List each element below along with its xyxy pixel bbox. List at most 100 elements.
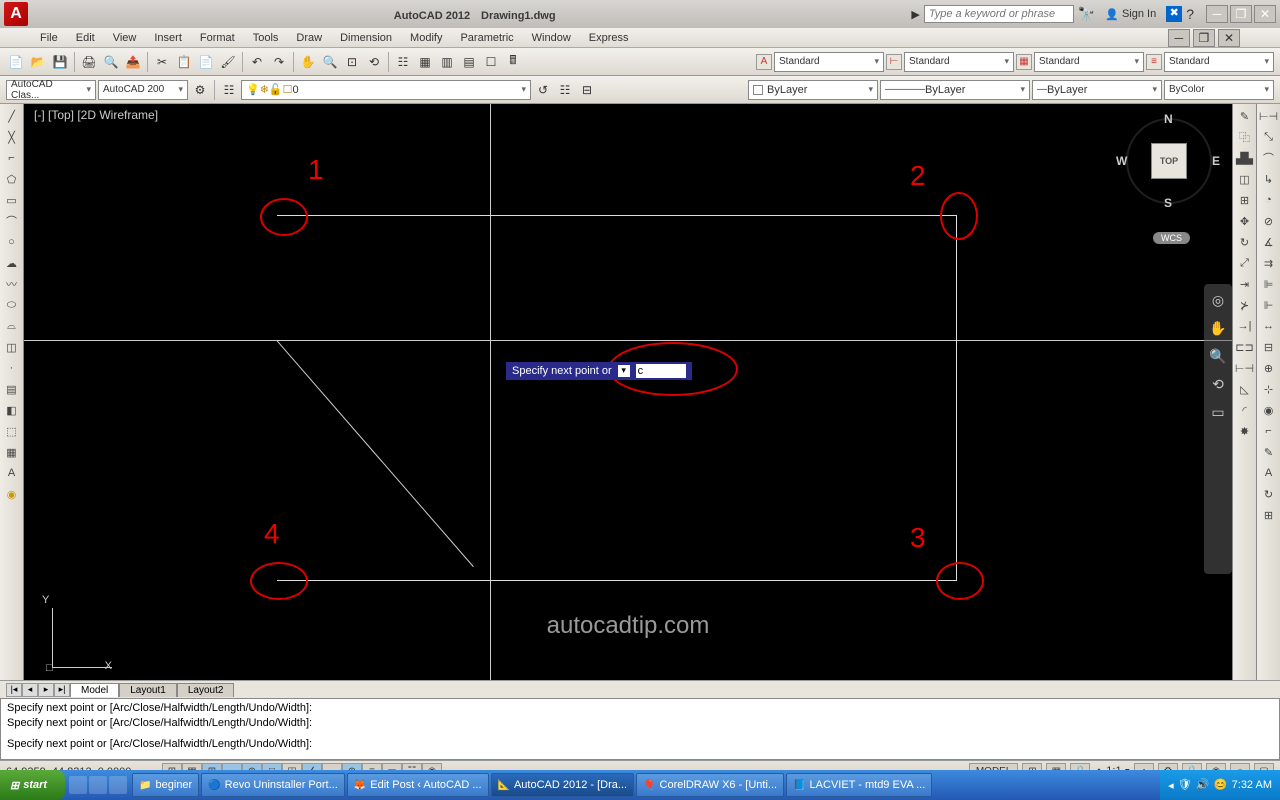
dim-linear-icon[interactable]: ⊢⊣ (1259, 106, 1279, 126)
sheet-icon[interactable]: ▤ (459, 52, 479, 72)
polygon-icon[interactable]: ⬠ (2, 169, 22, 189)
stretch-icon[interactable]: ⇥ (1235, 274, 1255, 294)
prompt-input[interactable] (636, 364, 686, 378)
viewcube-e[interactable]: E (1212, 154, 1220, 168)
ellipse-arc-icon[interactable]: ⌓ (2, 316, 22, 336)
tray-icon-2[interactable]: 🔊 (1196, 778, 1210, 792)
paste-icon[interactable]: 📄 (196, 52, 216, 72)
dim-dia-icon[interactable]: ⊘ (1259, 211, 1279, 231)
zoom-window-icon[interactable]: ⊡ (342, 52, 362, 72)
publish-icon[interactable]: 📤 (123, 52, 143, 72)
mlstyle-icon[interactable]: ≡ (1146, 54, 1162, 70)
viewcube-n[interactable]: N (1164, 112, 1173, 126)
hatch-icon[interactable]: ▤ (2, 379, 22, 399)
tool-palette-icon[interactable]: ▥ (437, 52, 457, 72)
minimize-button[interactable]: ─ (1206, 5, 1228, 23)
dim-quick-icon[interactable]: ⇉ (1259, 253, 1279, 273)
viewcube-s[interactable]: S (1164, 196, 1172, 210)
table-style-dropdown[interactable]: Standard (1034, 52, 1144, 72)
dim-continue-icon[interactable]: ⊩ (1259, 295, 1279, 315)
dcenter-icon[interactable]: ▦ (415, 52, 435, 72)
layer-state-icon[interactable]: ☷ (555, 80, 575, 100)
mirror-icon[interactable]: ▟▙ (1235, 148, 1255, 168)
binoculars-icon[interactable]: 🔭 (1078, 6, 1095, 23)
workspace-dropdown[interactable]: AutoCAD Clas... (6, 80, 96, 100)
table-icon[interactable]: ▦ (2, 442, 22, 462)
region-icon[interactable]: ⬚ (2, 421, 22, 441)
lineweight-dropdown[interactable]: — ByLayer (1032, 80, 1162, 100)
line-icon[interactable]: ╱ (2, 106, 22, 126)
qcalc-icon[interactable]: 🖩 (503, 52, 523, 72)
pan-nav-icon[interactable]: ✋ (1208, 318, 1228, 338)
plotstyle-dropdown[interactable]: ByColor (1164, 80, 1274, 100)
ws-settings-icon[interactable]: ⚙ (190, 80, 210, 100)
erase-icon[interactable]: ✎ (1235, 106, 1255, 126)
textstyle-icon[interactable]: A (756, 54, 772, 70)
explode-icon[interactable]: ✸ (1235, 421, 1255, 441)
pline-icon[interactable]: ⌐ (2, 148, 22, 168)
addselect-icon[interactable]: ◉ (2, 484, 22, 504)
help-icon[interactable]: ? (1186, 6, 1194, 22)
gradient-icon[interactable]: ◧ (2, 400, 22, 420)
ql-icon-2[interactable] (89, 776, 107, 794)
menu-dimension[interactable]: Dimension (340, 32, 392, 44)
block-icon[interactable]: ◫ (2, 337, 22, 357)
scale-icon[interactable]: ⤢ (1235, 253, 1255, 273)
join-icon[interactable]: ⊢⊣ (1235, 358, 1255, 378)
tab-last-button[interactable]: ▸| (54, 683, 70, 697)
zoom-nav-icon[interactable]: 🔍 (1208, 346, 1228, 366)
menu-insert[interactable]: Insert (154, 32, 182, 44)
app-logo-icon[interactable]: A (4, 2, 28, 26)
dim-break-icon[interactable]: ⊟ (1259, 337, 1279, 357)
circle-icon[interactable]: ○ (2, 232, 22, 252)
mtext-icon[interactable]: A (2, 463, 22, 483)
wheel-icon[interactable]: ◎ (1208, 290, 1228, 310)
ql-icon-1[interactable] (69, 776, 87, 794)
layer-dropdown[interactable]: 💡❄🔓☐ 0 (241, 80, 531, 100)
dim-space-icon[interactable]: ↔ (1259, 316, 1279, 336)
cut-icon[interactable]: ✂ (152, 52, 172, 72)
viewcube-w[interactable]: W (1116, 154, 1127, 168)
menu-file[interactable]: File (40, 32, 58, 44)
dim-ord-icon[interactable]: ↳ (1259, 169, 1279, 189)
revcloud-icon[interactable]: ☁ (2, 253, 22, 273)
zoom-icon[interactable]: 🔍 (320, 52, 340, 72)
tray-icon-1[interactable]: 🛡 (1178, 778, 1192, 792)
trim-icon[interactable]: ⊁ (1235, 295, 1255, 315)
tab-first-button[interactable]: |◂ (6, 683, 22, 697)
wcs-badge[interactable]: WCS (1153, 232, 1190, 244)
linetype-dropdown[interactable]: ———— ByLayer (880, 80, 1030, 100)
preview-icon[interactable]: 🔍 (101, 52, 121, 72)
sign-in-button[interactable]: 👤Sign In (1099, 8, 1162, 21)
extend-icon[interactable]: →| (1235, 316, 1255, 336)
dimstyle-tool-icon[interactable]: ⊞ (1259, 505, 1279, 525)
start-button[interactable]: ⊞start (0, 770, 65, 800)
task-firefox[interactable]: 🦊 Edit Post ‹ AutoCAD ... (347, 773, 489, 797)
tablestyle-icon[interactable]: ▦ (1016, 54, 1032, 70)
menu-edit[interactable]: Edit (76, 32, 95, 44)
viewcube-top[interactable]: TOP (1151, 143, 1187, 179)
menu-format[interactable]: Format (200, 32, 235, 44)
ql-icon-3[interactable] (109, 776, 127, 794)
doc-close-button[interactable]: ✕ (1218, 29, 1240, 47)
task-lacviet[interactable]: 📘 LACVIET - mtd9 EVA ... (786, 773, 932, 797)
layer-props-icon[interactable]: ☷ (219, 80, 239, 100)
break-icon[interactable]: ⊏⊐ (1235, 337, 1255, 357)
drawing-canvas[interactable]: [-] [Top] [2D Wireframe] 1 2 3 4 Specify… (24, 104, 1232, 680)
layer-iso-icon[interactable]: ⊟ (577, 80, 597, 100)
showmotion-icon[interactable]: ▭ (1208, 402, 1228, 422)
layer-prev-icon[interactable]: ↺ (533, 80, 553, 100)
prompt-dropdown-icon[interactable]: ▾ (618, 365, 630, 377)
view-cube[interactable]: TOP N S W E (1124, 116, 1214, 206)
ml-style-dropdown[interactable]: Standard (1164, 52, 1274, 72)
move-icon[interactable]: ✥ (1235, 211, 1255, 231)
spline-icon[interactable]: 〰 (2, 274, 22, 294)
menu-view[interactable]: View (113, 32, 137, 44)
ellipse-icon[interactable]: ⬭ (2, 295, 22, 315)
save-icon[interactable]: 💾 (50, 52, 70, 72)
dim-tedit-icon[interactable]: A (1259, 463, 1279, 483)
tab-next-button[interactable]: ▸ (38, 683, 54, 697)
tolerance-icon[interactable]: ⊕ (1259, 358, 1279, 378)
dim-baseline-icon[interactable]: ⊫ (1259, 274, 1279, 294)
arc-icon[interactable]: ⌒ (2, 211, 22, 231)
